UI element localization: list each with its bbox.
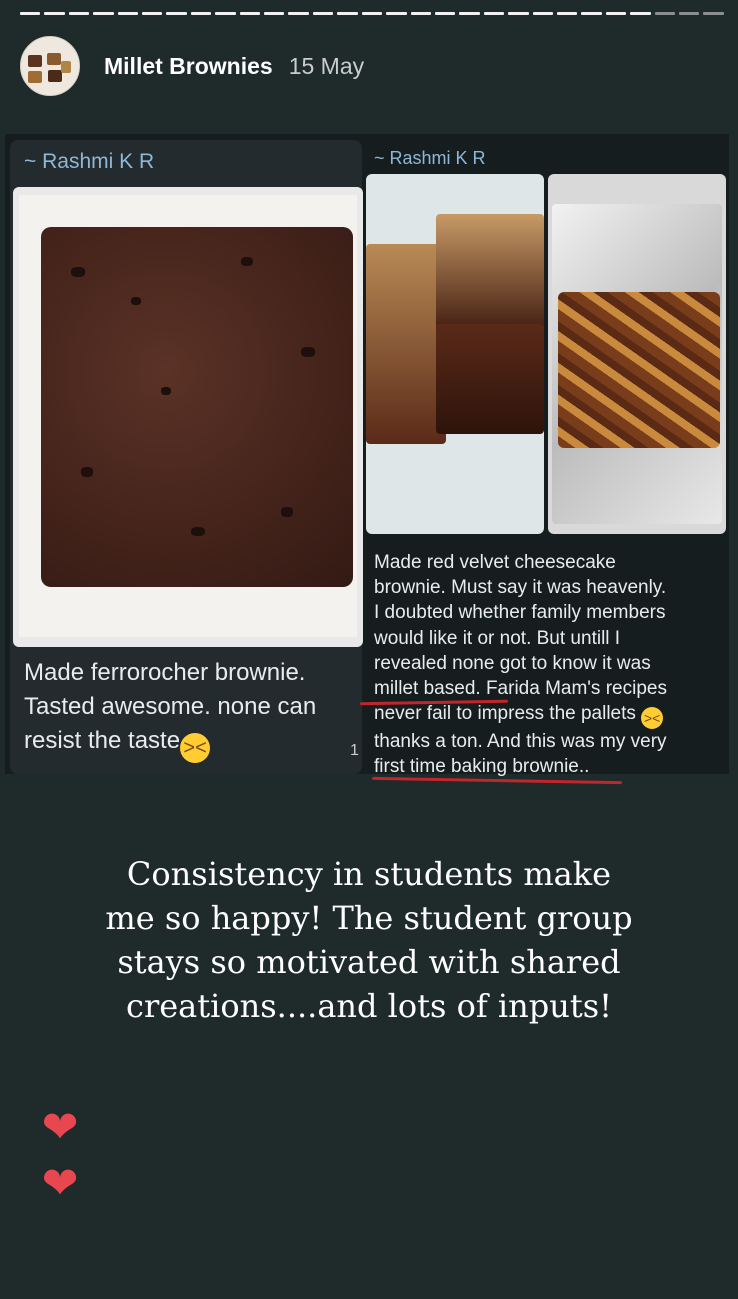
brownie-piece <box>366 244 446 444</box>
progress-segment <box>117 12 139 15</box>
chocolate-chip <box>281 507 293 517</box>
story-date: 15 May <box>288 52 365 79</box>
avatar-tile <box>61 61 71 73</box>
progress-segment <box>264 12 285 15</box>
avatar-tile <box>28 71 42 83</box>
story-title[interactable]: Millet Brownies <box>104 53 273 80</box>
progress-segment <box>654 12 675 15</box>
avatar-tile <box>28 55 42 67</box>
progress-segment <box>556 12 578 15</box>
message-line: would like it or not. But untill I <box>374 627 621 649</box>
progress-segment <box>288 12 309 15</box>
avatar-tile <box>48 70 62 82</box>
progress-segment <box>581 12 602 15</box>
chocolate-chip <box>301 347 315 357</box>
progress-segment <box>483 12 505 15</box>
progress-segment <box>678 12 700 15</box>
message-line-with-emoji: never fail to impress the pallets >< <box>374 701 714 730</box>
message-line: thanks a ton. And this was my very <box>374 731 667 753</box>
message-line: brownie. Must say it was heavenly. <box>374 577 667 599</box>
cheesecake-brownie-photo <box>366 174 544 534</box>
chocolate-chip <box>241 257 253 266</box>
progress-segment <box>459 12 480 15</box>
message-text: Made red velvet cheesecake brownie. Must… <box>374 550 714 780</box>
progress-segment <box>68 12 90 15</box>
chocolate-chip <box>161 387 171 395</box>
grinning-squinting-face-emoji-icon: >< <box>180 733 211 763</box>
message-line: never fail to impress the pallets <box>374 703 636 725</box>
progress-segment <box>532 12 553 15</box>
reactions-stack: ❤ ❤ <box>38 1106 82 1218</box>
message-line: I doubted whether family members <box>374 602 666 624</box>
progress-segment <box>190 12 212 15</box>
progress-segment <box>166 12 187 15</box>
heart-icon[interactable]: ❤ <box>38 1162 82 1206</box>
marble-brownie-photo <box>548 174 726 534</box>
progress-segment <box>630 12 651 15</box>
avatar-tile <box>47 53 61 65</box>
message-line-with-emoji: resist the taste >< <box>24 724 360 763</box>
grinning-squinting-face-emoji-icon: >< <box>641 707 664 730</box>
brownie-slab <box>41 227 353 587</box>
progress-segment <box>93 12 114 15</box>
message-sender: ~ Rashmi K R <box>24 150 155 173</box>
chocolate-chip <box>191 527 205 536</box>
progress-segment <box>410 12 431 15</box>
message-line: first time baking brownie.. <box>374 756 590 778</box>
message-sender: ~ Rashmi K R <box>374 148 486 168</box>
story-header[interactable]: Millet Brownies 15 May <box>20 36 365 96</box>
progress-segment <box>239 12 261 15</box>
progress-segment <box>44 12 65 15</box>
reaction-count: 1 <box>350 742 359 759</box>
brownie-photo <box>13 187 363 647</box>
progress-segment <box>605 12 627 15</box>
brownie-piece <box>558 292 720 448</box>
story-progress-bar <box>20 12 724 15</box>
progress-segment <box>312 12 334 15</box>
message-text: Made ferrorocher brownie. Tasted awesome… <box>24 656 360 763</box>
progress-segment <box>337 12 358 15</box>
chocolate-chip <box>71 267 85 277</box>
message-line: millet based. Farida Mam's recipes <box>374 678 667 700</box>
chocolate-chip <box>131 297 141 305</box>
message-line: Tasted awesome. none can <box>24 693 317 720</box>
progress-segment <box>20 12 41 15</box>
heart-icon[interactable]: ❤ <box>38 1106 82 1150</box>
message-line: Made ferrorocher brownie. <box>24 659 306 686</box>
brownie-piece <box>436 324 544 434</box>
message-line: revealed none got to know it was <box>374 652 651 674</box>
story-caption: Consistency in students make me so happy… <box>105 855 633 1025</box>
progress-segment <box>215 12 236 15</box>
progress-segment <box>142 12 163 15</box>
message-line: resist the taste <box>24 727 181 754</box>
progress-segment <box>434 12 456 15</box>
brownie-piece <box>436 214 544 334</box>
progress-segment <box>361 12 383 15</box>
progress-segment <box>508 12 529 15</box>
message-line: Made red velvet cheesecake <box>374 552 616 573</box>
progress-segment <box>703 12 724 15</box>
avatar[interactable] <box>20 36 80 96</box>
chocolate-chip <box>81 467 93 477</box>
progress-segment <box>386 12 407 15</box>
